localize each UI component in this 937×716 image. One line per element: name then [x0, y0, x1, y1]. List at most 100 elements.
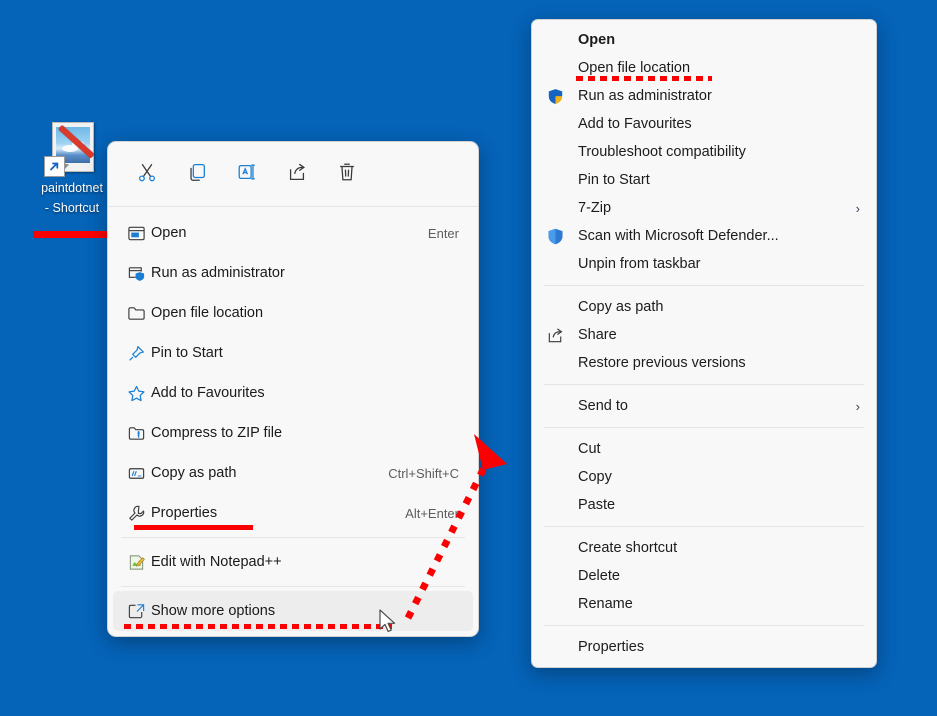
open-icon: [121, 224, 151, 243]
classic-item-scan-with-defender[interactable]: Scan with Microsoft Defender...: [532, 222, 876, 250]
menu-item-properties-label: Properties: [151, 505, 218, 521]
classic-item-add-to-favourites-label: Add to Favourites: [578, 116, 692, 132]
copy-icon: [186, 161, 208, 188]
classic-item-pin-to-start[interactable]: Pin to Start: [532, 166, 876, 194]
classic-item-unpin-from-taskbar[interactable]: Unpin from taskbar: [532, 250, 876, 278]
context-menu-items: Open Enter Run as administrator Open fil…: [108, 211, 478, 636]
defender-shield-icon: [532, 227, 578, 246]
annotation-underline-open-file-location: [576, 76, 712, 81]
classic-item-send-to-label: Send to: [578, 398, 628, 414]
menu-item-properties-accel: Alt+Enter: [405, 505, 459, 521]
menu-item-open-label: Open: [151, 225, 187, 241]
desktop-icon-label-line1: paintdotnet: [41, 181, 103, 195]
classic-item-create-shortcut[interactable]: Create shortcut: [532, 534, 876, 562]
classic-item-properties[interactable]: Properties: [532, 633, 876, 661]
cut-icon: [136, 161, 158, 188]
classic-item-share-label: Share: [578, 327, 617, 343]
classic-item-delete-label: Delete: [578, 568, 620, 584]
menu-item-compress-to-zip[interactable]: Compress to ZIP file: [113, 413, 473, 453]
classic-separator-4: [544, 526, 864, 527]
classic-item-open-file-location-label: Open file location: [578, 60, 691, 76]
menu-item-add-to-favourites[interactable]: Add to Favourites: [113, 373, 473, 413]
share-icon: [286, 161, 308, 188]
classic-item-rename[interactable]: Rename: [532, 590, 876, 618]
menu-item-pin-to-start-label: Pin to Start: [151, 345, 223, 361]
menu-item-properties[interactable]: Properties Alt+Enter: [113, 493, 473, 533]
classic-item-add-to-favourites[interactable]: Add to Favourites: [532, 110, 876, 138]
zip-icon: [121, 424, 151, 443]
menu-item-open[interactable]: Open Enter: [113, 213, 473, 253]
mouse-cursor: [379, 609, 396, 633]
menu-item-edit-with-notepadpp[interactable]: Edit with Notepad++: [113, 542, 473, 582]
classic-separator-5: [544, 625, 864, 626]
menu-item-open-accel: Enter: [427, 225, 459, 241]
classic-item-scan-with-defender-label: Scan with Microsoft Defender...: [578, 228, 779, 244]
classic-item-7zip-label: 7-Zip: [578, 200, 612, 216]
classic-item-copy[interactable]: Copy: [532, 463, 876, 491]
classic-item-paste-label: Paste: [578, 497, 616, 513]
delete-button[interactable]: [322, 154, 372, 194]
context-menu-toolbar: [108, 142, 478, 206]
classic-item-delete[interactable]: Delete: [532, 562, 876, 590]
chevron-right-icon: ›: [855, 200, 860, 216]
toolbar-separator: [108, 206, 478, 207]
classic-item-open-file-location[interactable]: Open file location: [532, 54, 876, 82]
chevron-right-icon: ›: [855, 398, 860, 414]
classic-item-cut-label: Cut: [578, 441, 601, 457]
share-icon: [532, 326, 578, 345]
windows11-context-menu[interactable]: Open Enter Run as administrator Open fil…: [107, 141, 479, 637]
classic-item-7zip[interactable]: 7-Zip ›: [532, 194, 876, 222]
classic-separator-2: [544, 384, 864, 385]
menu-item-open-file-location[interactable]: Open file location: [113, 293, 473, 333]
classic-item-run-as-administrator-label: Run as administrator: [578, 88, 712, 104]
show-more-icon: [121, 602, 151, 621]
classic-item-pin-to-start-label: Pin to Start: [578, 172, 650, 188]
classic-separator-3: [544, 427, 864, 428]
menu-item-copy-as-path-accel: Ctrl+Shift+C: [388, 465, 459, 481]
star-icon: [121, 384, 151, 403]
classic-context-menu[interactable]: Open Open file location Run as administr…: [531, 19, 877, 668]
cut-button[interactable]: [122, 154, 172, 194]
classic-item-properties-label: Properties: [578, 639, 645, 655]
classic-item-troubleshoot-compatibility[interactable]: Troubleshoot compatibility: [532, 138, 876, 166]
menu-item-show-more-options[interactable]: Show more options: [113, 591, 473, 631]
copy-path-icon: [121, 464, 151, 483]
menu-item-pin-to-start[interactable]: Pin to Start: [113, 333, 473, 373]
menu-item-run-as-administrator-label: Run as administrator: [151, 265, 285, 281]
classic-item-troubleshoot-compatibility-label: Troubleshoot compatibility: [578, 144, 746, 160]
delete-icon: [336, 161, 358, 188]
wrench-icon: [121, 504, 151, 523]
menu-item-compress-to-zip-label: Compress to ZIP file: [151, 425, 283, 441]
classic-item-create-shortcut-label: Create shortcut: [578, 540, 678, 556]
menu-item-copy-as-path-label: Copy as path: [151, 465, 237, 481]
classic-item-copy-label: Copy: [578, 469, 612, 485]
menu-item-show-more-options-label: Show more options: [151, 603, 276, 619]
pin-icon: [121, 344, 151, 363]
notepadpp-icon: [121, 553, 151, 572]
classic-item-paste[interactable]: Paste: [532, 491, 876, 519]
annotation-underline-show-more-options: [124, 624, 392, 629]
classic-item-open-label: Open: [578, 32, 616, 48]
classic-item-run-as-administrator[interactable]: Run as administrator: [532, 82, 876, 110]
desktop-icon-paintdotnet[interactable]: paintdotnet - Shortcut: [33, 120, 111, 216]
classic-item-send-to[interactable]: Send to ›: [532, 392, 876, 420]
classic-item-restore-previous-versions[interactable]: Restore previous versions: [532, 349, 876, 377]
menu-item-run-as-administrator[interactable]: Run as administrator: [113, 253, 473, 293]
rename-button[interactable]: [222, 154, 272, 194]
annotation-underline-properties: [134, 525, 253, 530]
uac-shield-icon: [532, 87, 578, 106]
classic-item-copy-as-path-label: Copy as path: [578, 299, 664, 315]
rename-icon: [236, 161, 258, 188]
classic-item-share[interactable]: Share: [532, 321, 876, 349]
classic-item-open[interactable]: Open: [532, 26, 876, 54]
annotation-underline-desktop-icon: [33, 231, 108, 238]
classic-item-copy-as-path[interactable]: Copy as path: [532, 293, 876, 321]
copy-button[interactable]: [172, 154, 222, 194]
menu-item-copy-as-path[interactable]: Copy as path Ctrl+Shift+C: [113, 453, 473, 493]
folder-icon: [121, 304, 151, 323]
share-button[interactable]: [272, 154, 322, 194]
menu-separator-2: [121, 586, 465, 587]
shortcut-arrow-badge-icon: [44, 156, 65, 177]
classic-item-cut[interactable]: Cut: [532, 435, 876, 463]
menu-item-add-to-favourites-label: Add to Favourites: [151, 385, 265, 401]
